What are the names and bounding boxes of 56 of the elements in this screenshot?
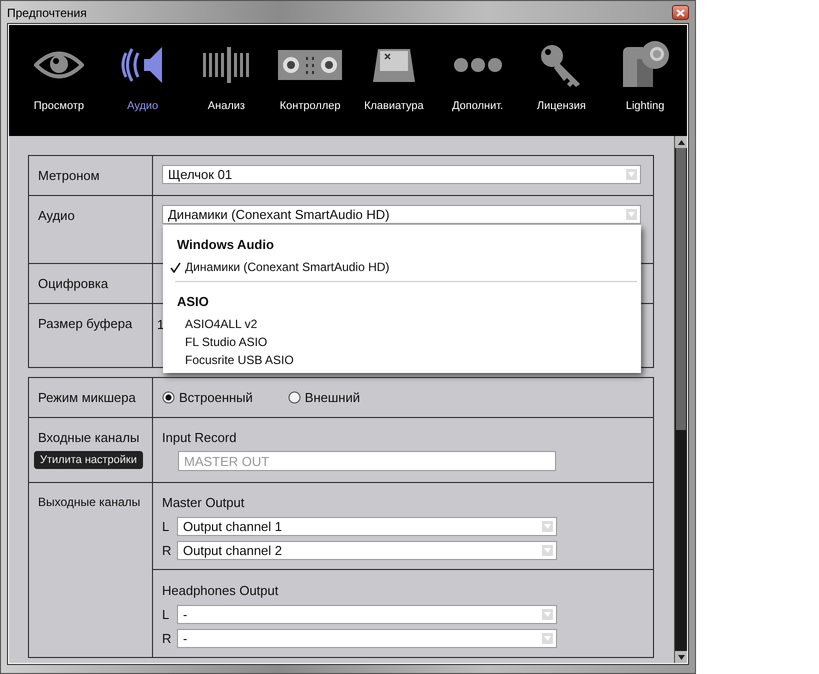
channel-label: L [162,519,170,534]
dropdown[interactable]: - [177,605,557,624]
dropdown-arrow-icon [542,521,553,532]
scrollbar[interactable] [674,136,687,663]
channel-label: R [162,543,172,558]
toolbar-tab[interactable]: Просмотр [17,38,101,112]
toolbar-tab[interactable]: Lighting [603,38,687,112]
toolbar-tab[interactable]: Контроллер [268,38,352,112]
dropdown-arrow-icon [542,609,553,620]
menu-group-title: Windows Audio [176,236,275,254]
menu-item[interactable]: Focusrite USB ASIO [163,351,641,369]
menu-item[interactable]: ASIO4ALL v2 [163,315,641,333]
toolbar-tab[interactable]: Клавиатура [352,38,436,112]
channel-label: L [162,607,170,622]
dropdown[interactable]: Output channel 1 [177,517,557,536]
key-icon [372,47,416,83]
setting-label: Режим микшера [38,390,136,405]
toolbar-tab[interactable]: Лицензия [520,38,604,112]
close-button[interactable] [672,5,689,20]
toolbar-tab[interactable]: Дополнит. [436,38,520,112]
dropdown[interactable]: Output channel 2 [177,541,557,560]
bars-icon [201,45,252,85]
section-title: Headphones Output [162,582,280,600]
radio-option[interactable]: Внешний [288,390,360,405]
menu-item[interactable]: Динамики (Conexant SmartAudio HD) [163,258,641,276]
menu-item[interactable]: FL Studio ASIO [163,333,641,351]
setting-label: Выходные каналы [38,495,140,509]
dropdown[interactable]: Щелчок 01 [162,165,641,184]
controller-icon [277,49,344,81]
setting-label: Размер буфера [38,316,132,331]
setup-utility-button[interactable]: Утилита настройки [34,451,143,469]
scroll-down-icon [678,654,684,660]
menu-group-title: ASIO [176,293,210,311]
setting-label: Метроном [38,168,100,183]
close-icon [676,8,685,16]
radio-option[interactable]: Встроенный [162,390,253,405]
setting-label: Аудио [38,208,75,223]
dropdown-arrow-icon [542,633,553,644]
scroll-up-icon [678,140,684,144]
setting-label: Оцифровка [38,276,108,291]
dropdown-arrow-icon [542,545,553,556]
setting-label: Входные каналы [38,430,140,445]
window-title: Предпочтения [7,6,87,20]
channel-label: R [162,631,172,646]
dropdown-arrow-icon [626,169,637,180]
eye-icon [34,50,84,80]
dropdown[interactable]: - [177,629,557,648]
section-title: Master Output [162,494,246,512]
dropdown-arrow-icon [626,209,637,220]
section-title: Input Record [162,430,238,445]
more-icon [452,57,503,73]
setting-value: 1 [157,316,164,332]
toolbar-tab[interactable]: Анализ [184,38,268,112]
input-field[interactable]: MASTER OUT [178,451,556,471]
toolbar-tab[interactable]: Аудио [100,38,184,112]
dropdown[interactable]: Динамики (Conexant SmartAudio HD) [162,205,641,224]
